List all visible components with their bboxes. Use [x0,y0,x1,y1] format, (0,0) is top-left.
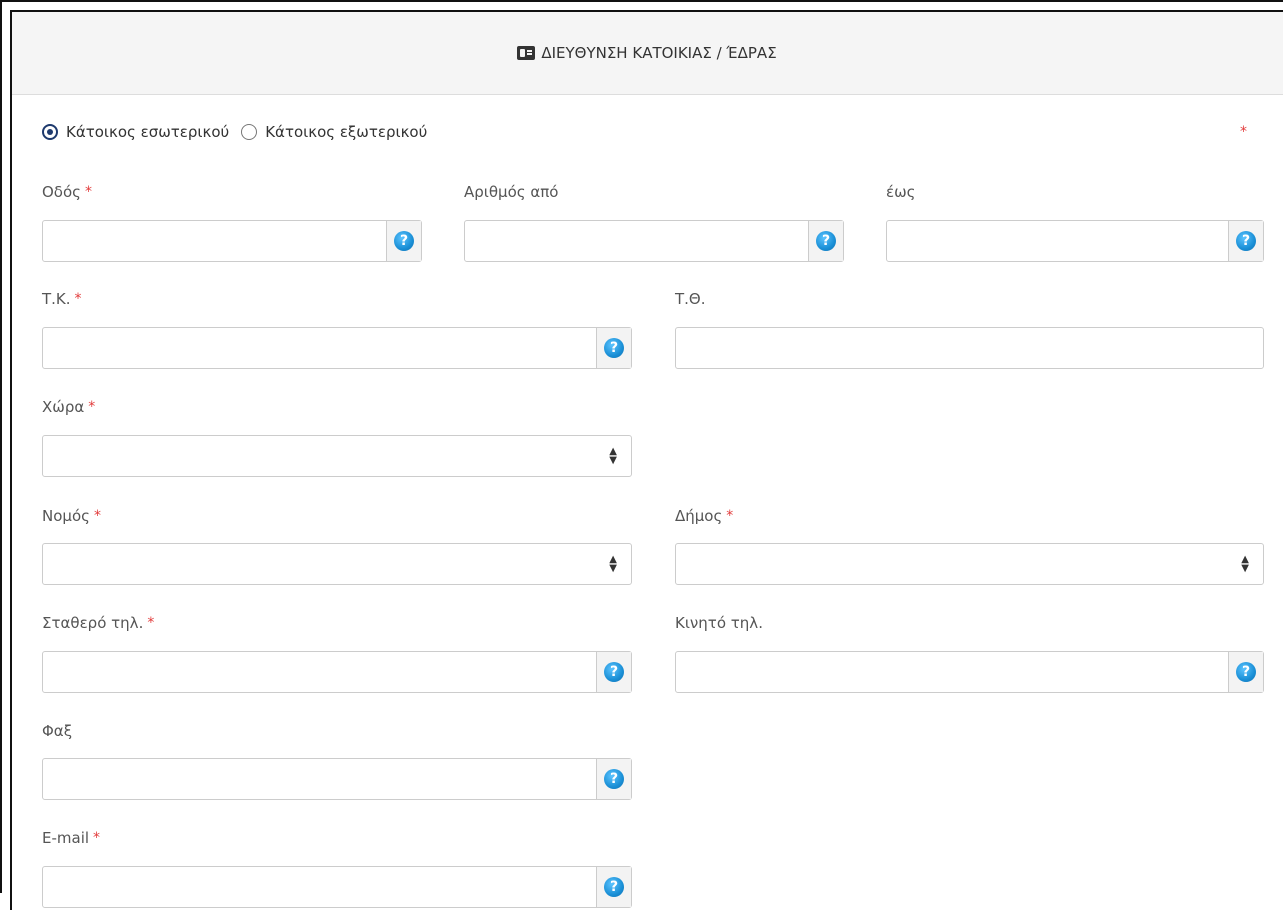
prefecture-label: Νομός * [42,507,101,525]
fax-label-text: Φαξ [42,722,73,740]
radio-checked-icon[interactable] [42,124,58,140]
residence-radio-group: Κάτοικος εσωτερικού Κάτοικος εξωτερικού [42,123,439,141]
radio-label: Κάτοικος εσωτερικού [66,123,230,141]
select-arrows-icon: ▲ ▼ [609,554,617,574]
window-border-left [0,0,2,893]
required-asterisk: * [84,184,92,200]
number-from-label: Αριθμός από [464,183,558,201]
number-to-input[interactable] [887,221,1228,261]
number-to-label: έως [886,183,915,201]
help-icon[interactable]: ? [604,769,624,789]
radio-foreign-resident[interactable]: Κάτοικος εξωτερικού [241,123,427,141]
required-asterisk: * [88,399,96,415]
help-icon[interactable]: ? [604,662,624,682]
number-from-help-button[interactable]: ? [808,221,843,261]
municipality-select[interactable]: ▲ ▼ [675,543,1264,585]
required-asterisk: * [74,291,82,307]
po-box-label-text: Τ.Θ. [675,290,706,308]
panel-header: ΔΙΕΥΘΥΝΣΗ ΚΑΤΟΙΚΙΑΣ / ΈΔΡΑΣ [12,12,1283,95]
po-box-label: Τ.Θ. [675,290,706,308]
fax-input[interactable] [43,759,596,799]
street-label-text: Οδός [42,183,81,201]
postal-code-label-text: Τ.Κ. [42,290,71,308]
street-input[interactable] [43,221,386,261]
number-to-field: ? [886,220,1264,262]
fax-label: Φαξ [42,722,72,740]
radio-label: Κάτοικος εξωτερικού [265,123,428,141]
postal-code-input[interactable] [43,328,596,368]
id-card-icon [517,46,536,60]
street-help-button[interactable]: ? [386,221,421,261]
number-from-field: ? [464,220,844,262]
select-arrows-icon: ▲ ▼ [1241,554,1249,574]
required-asterisk: * [93,508,101,524]
number-to-label-text: έως [886,183,916,201]
email-input[interactable] [43,867,596,907]
postal-code-label: Τ.Κ. * [42,290,82,308]
municipality-label-text: Δήμος [675,507,723,525]
landline-help-button[interactable]: ? [596,652,631,692]
number-from-input[interactable] [465,221,808,261]
number-to-help-button[interactable]: ? [1228,221,1263,261]
landline-label-text: Σταθερό τηλ. [42,614,144,632]
mobile-label: Κινητό τηλ. [675,614,763,632]
window-border-top [0,0,1283,2]
landline-input[interactable] [43,652,596,692]
mobile-label-text: Κινητό τηλ. [675,614,763,632]
help-icon[interactable]: ? [604,338,624,358]
help-icon[interactable]: ? [1236,662,1256,682]
prefecture-label-text: Νομός [42,507,90,525]
prefecture-select[interactable]: ▲ ▼ [42,543,632,585]
street-label: Οδός * [42,183,92,201]
postal-code-field: ? [42,327,632,369]
country-label-text: Χώρα [42,398,85,416]
mobile-field: ? [675,651,1264,693]
section-title: ΔΙΕΥΘΥΝΣΗ ΚΑΤΟΙΚΙΑΣ / ΈΔΡΑΣ [541,44,777,62]
required-asterisk: * [1240,124,1247,140]
radio-unchecked-icon[interactable] [241,124,258,140]
mobile-help-button[interactable]: ? [1228,652,1263,692]
landline-label: Σταθερό τηλ. * [42,614,154,632]
municipality-label: Δήμος * [675,507,733,525]
country-select[interactable]: ▲ ▼ [42,435,632,477]
mobile-input[interactable] [676,652,1228,692]
street-field: ? [42,220,422,262]
po-box-field [675,327,1264,369]
email-help-button[interactable]: ? [596,867,631,907]
help-icon[interactable]: ? [394,231,414,251]
select-arrows-icon: ▲ ▼ [609,446,617,466]
help-icon[interactable]: ? [604,877,624,897]
postal-code-help-button[interactable]: ? [596,328,631,368]
email-label-text: E-mail [42,829,90,847]
help-icon[interactable]: ? [816,231,836,251]
required-asterisk: * [726,508,734,524]
radio-domestic-resident[interactable]: Κάτοικος εσωτερικού [42,123,229,141]
po-box-input[interactable] [676,328,1263,368]
email-field: ? [42,866,632,908]
required-asterisk: * [147,615,155,631]
country-label: Χώρα * [42,398,95,416]
landline-field: ? [42,651,632,693]
fax-help-button[interactable]: ? [596,759,631,799]
fax-field: ? [42,758,632,800]
email-label: E-mail * [42,829,100,847]
number-from-label-text: Αριθμός από [464,183,559,201]
help-icon[interactable]: ? [1236,231,1256,251]
required-asterisk: * [93,830,101,846]
